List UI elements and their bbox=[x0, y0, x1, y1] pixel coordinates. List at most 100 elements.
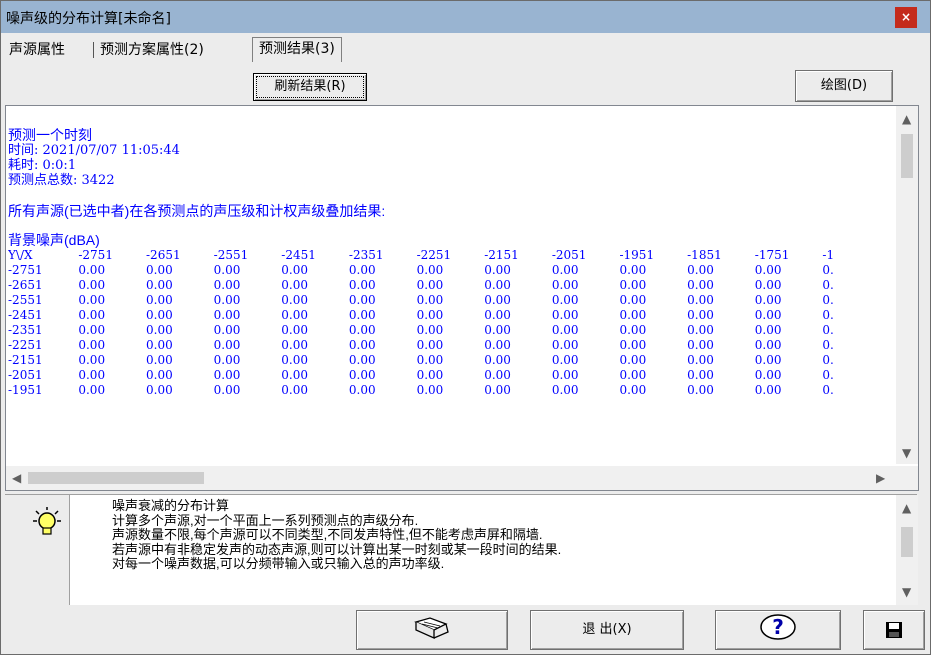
result-heading: 预测一个时刻 bbox=[8, 128, 92, 143]
grid-cell: 0.00 bbox=[78, 278, 106, 292]
grid-cell: 0.00 bbox=[146, 383, 173, 397]
grid-cell: 0.00 bbox=[754, 338, 782, 352]
col-header: -2351 bbox=[348, 248, 384, 262]
grid-cell: 0.00 bbox=[619, 338, 647, 352]
grid-cell: 0. bbox=[822, 368, 834, 382]
question-icon: ? bbox=[760, 614, 796, 640]
vertical-scrollbar[interactable]: ▲ ▼ bbox=[896, 106, 918, 464]
horizontal-scroll-thumb[interactable] bbox=[28, 472, 204, 484]
grid-cell: 0.00 bbox=[619, 323, 647, 337]
grid-cell: 0.00 bbox=[281, 353, 308, 367]
tab-source-properties[interactable]: 声源属性 bbox=[9, 39, 65, 61]
grid-cell: 0. bbox=[822, 308, 834, 322]
grid-cell: 0.00 bbox=[213, 278, 241, 292]
grid-cell: 0.00 bbox=[281, 263, 308, 277]
grid-cell: 0.00 bbox=[551, 293, 579, 307]
window-title: 噪声级的分布计算[未命名] bbox=[6, 11, 171, 27]
help-book-button[interactable] bbox=[356, 610, 508, 650]
info-textbox[interactable]: 噪声衰减的分布计算 计算多个声源,对一个平面上一系列预测点的声级分布. 声源数量… bbox=[69, 495, 918, 605]
grid-cell: 0.00 bbox=[754, 353, 782, 367]
grid-cell: 0.00 bbox=[416, 278, 444, 292]
grid-cell: 0.00 bbox=[687, 308, 714, 322]
col-header: -1751 bbox=[754, 248, 790, 262]
result-summary: 所有声源(已选中者)在各预测点的声压级和计权声级叠加结果: bbox=[8, 203, 386, 219]
row-header: -2351 bbox=[8, 323, 43, 337]
refresh-results-button[interactable]: 刷新结果(R) bbox=[253, 73, 367, 101]
vertical-scroll-thumb[interactable] bbox=[901, 134, 913, 178]
info-panel: 噪声衰减的分布计算 计算多个声源,对一个平面上一系列预测点的声级分布. 声源数量… bbox=[5, 494, 918, 607]
grid-cell: 0.00 bbox=[348, 278, 376, 292]
grid-cell: 0.00 bbox=[146, 353, 173, 367]
grid-cell: 0.00 bbox=[146, 338, 173, 352]
close-button[interactable]: × bbox=[895, 7, 917, 28]
grid-row: -2351 0.00 0.00 0.00 0.00 0.00 0.00 0.00 0.00 0.0… bbox=[8, 323, 888, 338]
horizontal-scrollbar[interactable]: ◀ ▶ bbox=[6, 466, 896, 490]
grid-cell: 0.00 bbox=[687, 323, 714, 337]
grid-cell: 0.00 bbox=[416, 353, 444, 367]
grid-body: -2751 0.00 0.00 0.00 0.00 0.00 0.00 0.00 0.00 0.0… bbox=[8, 263, 888, 398]
scroll-up-icon[interactable]: ▲ bbox=[902, 112, 911, 126]
help-question-button[interactable]: ? bbox=[715, 610, 841, 650]
grid-row: -2451 0.00 0.00 0.00 0.00 0.00 0.00 0.00 0.00 0.0… bbox=[8, 308, 888, 323]
grid-cell: 0.00 bbox=[484, 308, 511, 322]
info-text: 噪声衰减的分布计算 计算多个声源,对一个平面上一系列预测点的声级分布. 声源数量… bbox=[112, 498, 561, 572]
col-header: -2551 bbox=[213, 248, 249, 262]
scroll-left-icon[interactable]: ◀ bbox=[12, 471, 21, 485]
grid-cell: 0.00 bbox=[687, 278, 714, 292]
exit-button[interactable]: 退 出(X) bbox=[530, 610, 684, 650]
info-scroll-down-icon[interactable]: ▼ bbox=[902, 585, 911, 599]
grid-cell: 0.00 bbox=[551, 353, 579, 367]
row-header: -1951 bbox=[8, 383, 43, 397]
grid-cell: 0.00 bbox=[619, 278, 647, 292]
grid-cell: 0.00 bbox=[484, 263, 511, 277]
row-header: -2751 bbox=[8, 263, 43, 277]
grid-cell: 0.00 bbox=[78, 383, 106, 397]
grid-cell: 0.00 bbox=[416, 308, 444, 322]
grid-cell: 0.00 bbox=[213, 383, 241, 397]
tab-prediction-results[interactable]: 预测结果(3) bbox=[252, 37, 342, 62]
grid-cell: 0.00 bbox=[687, 353, 714, 367]
info-line: 对每一个噪声数据,可以分频带输入或只输入总的声功率级. bbox=[112, 556, 445, 572]
results-content: 预测一个时刻 时间: 2021/07/07 11:05:44 耗时: 0:0:1… bbox=[8, 128, 888, 464]
grid-cell: 0.00 bbox=[348, 293, 376, 307]
grid-cell: 0.00 bbox=[484, 353, 511, 367]
plot-button[interactable]: 绘图(D) bbox=[795, 70, 893, 102]
info-scroll-thumb[interactable] bbox=[901, 527, 913, 557]
grid-row: -2051 0.00 0.00 0.00 0.00 0.00 0.00 0.00 0.00 0.0… bbox=[8, 368, 888, 383]
grid-cell: 0.00 bbox=[551, 383, 579, 397]
row-header: -2251 bbox=[8, 338, 43, 352]
grid-cell: 0.00 bbox=[416, 293, 444, 307]
grid-cell: 0.00 bbox=[78, 293, 106, 307]
row-header: -2651 bbox=[8, 278, 43, 292]
info-vertical-scrollbar[interactable]: ▲ ▼ bbox=[896, 495, 918, 605]
results-textarea[interactable]: 预测一个时刻 时间: 2021/07/07 11:05:44 耗时: 0:0:1… bbox=[5, 105, 919, 491]
svg-text:?: ? bbox=[772, 615, 784, 639]
grid-cell: 0.00 bbox=[213, 323, 241, 337]
grid-row: -2651 0.00 0.00 0.00 0.00 0.00 0.00 0.00 0.00 0.0… bbox=[8, 278, 888, 293]
grid-row: -2751 0.00 0.00 0.00 0.00 0.00 0.00 0.00 0.00 0.0… bbox=[8, 263, 888, 278]
col-header: -2651 bbox=[146, 248, 181, 262]
info-scroll-up-icon[interactable]: ▲ bbox=[902, 501, 911, 515]
scroll-down-icon[interactable]: ▼ bbox=[902, 446, 911, 460]
scroll-corner bbox=[896, 466, 918, 490]
grid-header-row: Y\/X -2751 -2651 -2551 -2451 -2351 -2251… bbox=[8, 248, 888, 263]
grid-cell: 0.00 bbox=[619, 353, 647, 367]
col-header: -1 bbox=[822, 248, 835, 262]
tab-scheme-properties[interactable]: 预测方案属性(2) bbox=[100, 39, 204, 61]
grid-cell: 0.00 bbox=[281, 338, 308, 352]
grid-cell: 0.00 bbox=[146, 278, 173, 292]
grid-cell: 0.00 bbox=[416, 263, 444, 277]
grid-cell: 0.00 bbox=[348, 323, 376, 337]
scroll-right-icon[interactable]: ▶ bbox=[876, 471, 885, 485]
main-window: 噪声级的分布计算[未命名] × 声源属性 预测方案属性(2) 预测结果(3) 刷… bbox=[0, 0, 931, 655]
grid-cell: 0.00 bbox=[348, 338, 376, 352]
save-button[interactable] bbox=[863, 610, 925, 650]
grid-cell: 0.00 bbox=[213, 263, 241, 277]
grid-cell: 0.00 bbox=[416, 368, 444, 382]
grid-cell: 0.00 bbox=[551, 278, 579, 292]
grid-corner-label: Y\/X bbox=[8, 248, 33, 262]
grid-cell: 0.00 bbox=[348, 383, 376, 397]
row-header: -2451 bbox=[8, 308, 43, 322]
